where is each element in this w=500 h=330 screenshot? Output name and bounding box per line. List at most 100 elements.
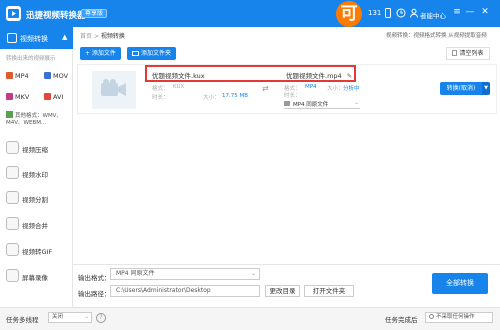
output-format-select[interactable]: MP4 同原文件 ⌄ (284, 100, 360, 109)
output-duration-label: 时长： (284, 93, 301, 99)
title-bar: 迅捷视频转换器 尊享版 可 131 者能中心 ≡ — ✕ (0, 0, 500, 27)
chevron-down-icon: ⌄ (250, 270, 256, 277)
clear-list-button[interactable]: 清空列表 (446, 47, 490, 60)
format-label: AVI (53, 93, 64, 101)
breadcrumb-home[interactable]: 首页 (80, 33, 92, 40)
record-icon (6, 269, 19, 282)
avi-icon (44, 93, 51, 100)
promo-badge[interactable]: 可 (336, 1, 362, 27)
output-path-field[interactable]: C:\Users\Administrator\Desktop (110, 285, 260, 297)
swap-arrows-icon: ⇄ (262, 84, 269, 93)
output-format: MP4 (305, 84, 317, 90)
merge-icon (6, 217, 19, 230)
breadcrumb-separator: > (93, 33, 99, 40)
sidebar-item-merge[interactable]: 视频合并 (0, 213, 73, 235)
source-duration-label: 时长： (152, 95, 169, 101)
app-title: 迅捷视频转换器 (26, 11, 86, 21)
source-format-label: 格式： (152, 86, 169, 92)
convert-cancel-button[interactable]: 转换(取消) (440, 82, 482, 95)
sidebar-item-label: 屏幕录像 (22, 274, 48, 282)
clear-list-label: 清空列表 (459, 50, 484, 57)
user-icon[interactable] (409, 8, 419, 18)
source-size-label: 大小： (203, 95, 220, 101)
convert-all-button[interactable]: 全部转换 (432, 273, 488, 294)
format-label: 其他格式：WMV、M4V、WEBM... (6, 113, 62, 126)
app-logo (6, 6, 21, 21)
convert-options-button[interactable]: ▼ (482, 82, 490, 95)
sidebar-item-video-convert[interactable]: 视频转换 ▲ (0, 27, 73, 49)
format-mov[interactable]: MOV (44, 72, 68, 80)
add-folder-label: 添加文件夹 (141, 50, 172, 57)
add-folder-button[interactable]: 添加文件夹 (127, 47, 177, 60)
output-format-dropdown-value: MP4 同原文件 (116, 270, 155, 277)
collapse-arrow-icon[interactable]: ▲ (62, 33, 67, 41)
sidebar-item-watermark[interactable]: 视频水印 (0, 162, 73, 184)
mkv-icon (6, 93, 13, 100)
sidebar: 视频转换 ▲ 转换出来的视频展示 MP4 MOV MKV AVI 其他格式：WM… (0, 27, 73, 307)
status-bar: 任务多线程 关闭 ⌄ ? 任务完成后 不采取任何操作 (0, 307, 500, 330)
menu-icon[interactable]: ≡ (452, 7, 462, 17)
format-avi[interactable]: AVI (44, 93, 63, 101)
sidebar-item-record[interactable]: 屏幕录像 (0, 265, 73, 287)
video-convert-icon (7, 33, 17, 43)
chevron-down-icon: ⌄ (354, 100, 359, 106)
output-path-label: 输出路径： (78, 290, 111, 298)
format-mkv[interactable]: MKV (6, 93, 29, 101)
edit-pencil-icon[interactable]: ✎ (347, 72, 352, 80)
help-icon[interactable]: ? (96, 313, 106, 323)
format-other[interactable]: 其他格式：WMV、M4V、WEBM... (6, 111, 70, 127)
formats-hint: 转换出来的视频展示 (6, 56, 56, 62)
sidebar-item-label: 视频转GIF (22, 248, 53, 256)
split-icon (6, 191, 19, 204)
output-format-select-value: MP4 同原文件 (293, 102, 329, 108)
user-id: 131 (368, 9, 382, 17)
output-size: 分析中 (343, 86, 360, 92)
video-format-icon (284, 101, 290, 106)
mov-icon (44, 72, 51, 79)
close-button[interactable]: ✕ (480, 7, 490, 17)
output-format-dropdown[interactable]: MP4 同原文件 ⌄ (110, 268, 260, 280)
sidebar-item-label: 视频转换 (20, 35, 48, 43)
after-completion-select[interactable]: 不采取任何操作 (425, 312, 493, 323)
multi-thread-label: 任务多线程 (6, 316, 39, 324)
sidebar-item-label: 视频分割 (22, 196, 48, 204)
video-camera-icon (101, 79, 126, 96)
source-format: KUX (173, 84, 185, 90)
other-format-icon (6, 111, 13, 118)
breadcrumb-current: 视频转换 (100, 33, 125, 40)
sidebar-item-compress[interactable]: 视频压缩 (0, 137, 73, 159)
format-mp4[interactable]: MP4 (6, 72, 29, 80)
add-file-button[interactable]: + 添加文件 (80, 47, 121, 60)
power-icon (429, 314, 434, 319)
multi-thread-select[interactable]: 关闭 ⌄ (48, 312, 92, 323)
trash-icon (452, 50, 458, 56)
gif-icon (6, 243, 19, 256)
open-folder-button[interactable]: 打开文件夹 (304, 285, 354, 297)
multi-thread-value: 关闭 (52, 314, 64, 320)
format-label: MKV (15, 93, 30, 101)
output-filename[interactable]: 优题视频文件.mp4 ✎ (286, 70, 352, 80)
mp4-icon (6, 72, 13, 79)
sidebar-item-label: 视频水印 (22, 171, 48, 179)
watermark-icon (6, 166, 19, 179)
sidebar-item-label: 视频压缩 (22, 146, 48, 154)
output-size-label: 大小： (327, 86, 344, 92)
vip-badge[interactable]: 尊享版 (81, 9, 108, 18)
breadcrumb: 首页 > 视频转换 (80, 31, 125, 40)
source-size: 17.75 MB (222, 93, 249, 99)
chevron-down-icon: ⌄ (84, 314, 89, 320)
folder-icon (132, 51, 139, 56)
video-thumbnail (92, 71, 136, 109)
format-label: MP4 (15, 72, 29, 80)
clock-icon[interactable] (396, 8, 406, 18)
after-completion-label: 任务完成后 (385, 316, 418, 324)
sidebar-item-split[interactable]: 视频分割 (0, 187, 73, 209)
minimize-button[interactable]: — (465, 7, 475, 17)
change-directory-button[interactable]: 更改目录 (265, 285, 300, 297)
output-format-label: 输出格式： (78, 274, 111, 282)
phone-icon[interactable] (383, 8, 393, 18)
sidebar-item-label: 视频合并 (22, 222, 48, 230)
sidebar-item-gif[interactable]: 视频转GIF (0, 239, 73, 261)
after-completion-value: 不采取任何操作 (436, 314, 475, 320)
user-center-link[interactable]: 者能中心 (420, 10, 446, 20)
